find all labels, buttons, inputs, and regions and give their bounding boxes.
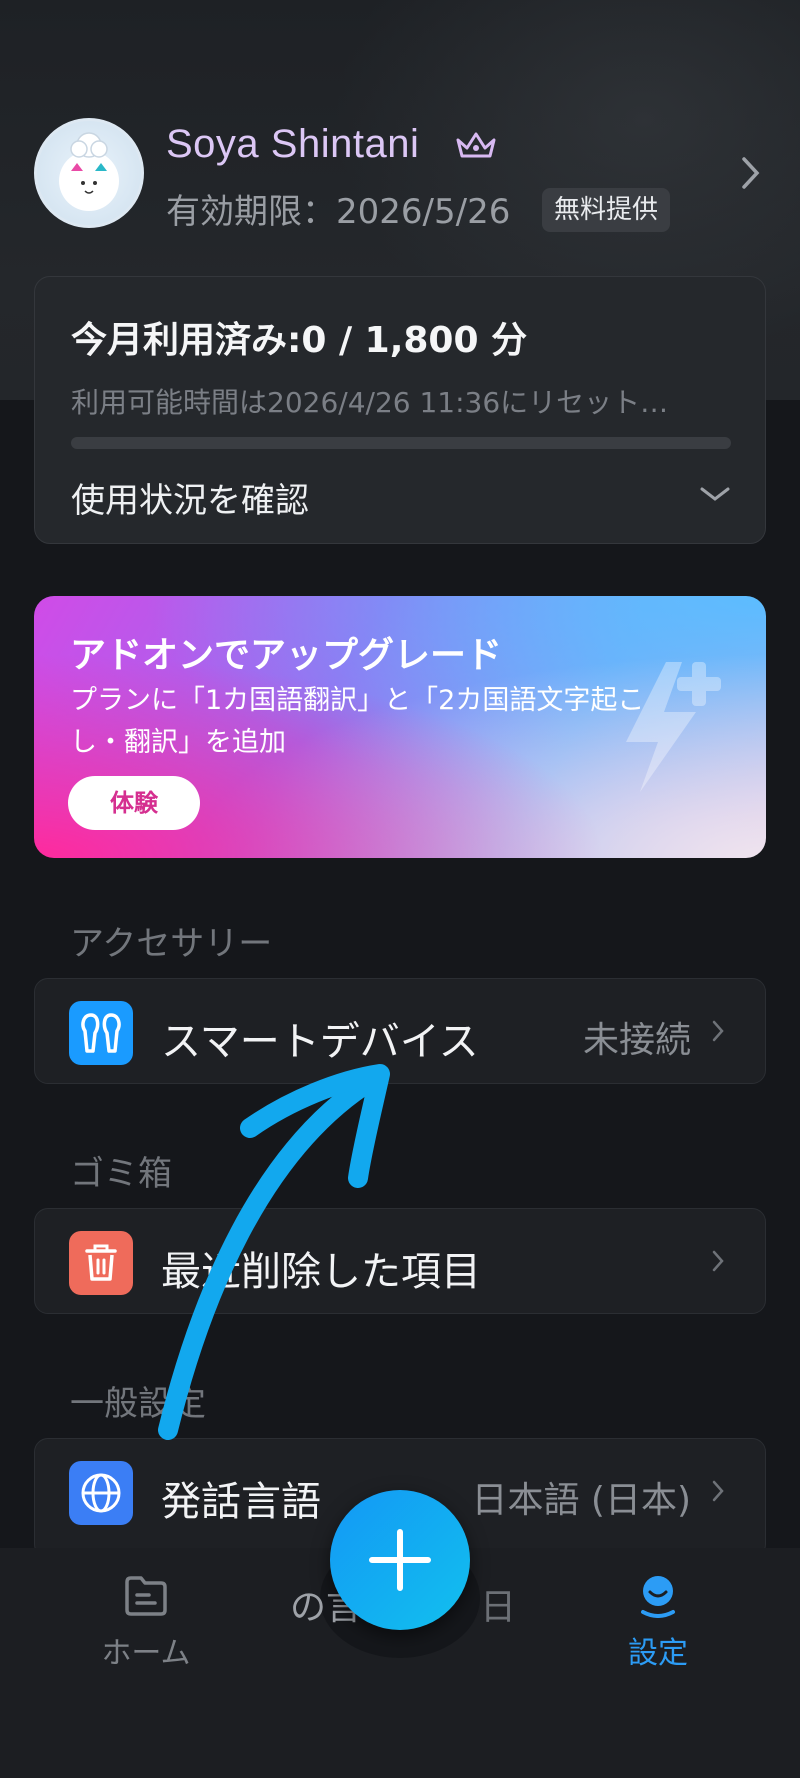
try-button[interactable]: 体験 [68, 776, 200, 830]
person-icon [641, 1576, 675, 1618]
smart-device-label: スマートデバイス [161, 1019, 479, 1065]
usage-card: 今月利用済み:0 / 1,800 分 利用可能時間は2026/4/26 11:3… [34, 276, 766, 544]
chevron-right-icon [711, 1249, 725, 1277]
check-usage-button[interactable]: 使用状況を確認 [71, 473, 309, 522]
nav-home-label: ホーム [101, 1636, 191, 1671]
promo-description: プランに「1カ国語翻訳」と「2カ国語文字起こし・翻訳」を追加 [70, 685, 645, 758]
chevron-down-icon[interactable] [699, 485, 731, 507]
chevron-right-icon [711, 1479, 725, 1507]
recently-deleted-row[interactable]: 最近削除した項目 [34, 1208, 766, 1314]
profile-header[interactable]: Soya Shintani 有効期限：2026/5/26 無料提供 [34, 118, 774, 234]
free-badge: 無料提供 [542, 188, 671, 232]
usage-progress-bar [71, 437, 731, 449]
add-recording-button[interactable] [330, 1490, 470, 1630]
speech-language-label: 発話言語 [161, 1479, 321, 1525]
nav-home[interactable]: ホーム [96, 1574, 196, 1672]
chevron-right-icon [711, 1019, 725, 1047]
avatar[interactable] [34, 118, 144, 228]
recently-deleted-label: 最近削除した項目 [161, 1249, 481, 1295]
folder-icon [125, 1576, 167, 1616]
chevron-right-icon[interactable] [740, 156, 762, 194]
addon-promo-banner[interactable]: アドオンでアップグレード プランに「1カ国語翻訳」と「2カ国語文字起こし・翻訳」… [34, 596, 766, 858]
usage-title: 今月利用済み:0 / 1,800 分 [71, 320, 528, 361]
smart-device-status: 未接続 [582, 1020, 691, 1061]
earbuds-icon [69, 1001, 133, 1065]
speech-language-value: 日本語 (日本) [471, 1480, 691, 1521]
crown-icon [454, 130, 498, 166]
globe-icon [69, 1461, 133, 1525]
smart-device-row[interactable]: スマートデバイス 未接続 [34, 978, 766, 1084]
usage-reset-note: 利用可能時間は2026/4/26 11:36にリセット… [71, 386, 669, 419]
nav-settings-label: 設定 [628, 1636, 688, 1671]
promo-title: アドオンでアップグレード [70, 635, 503, 676]
user-name: Soya Shintani [166, 122, 420, 166]
section-title-accessory: アクセサリー [70, 924, 273, 964]
obscured-text-2: 日 [480, 1587, 517, 1628]
section-title-general: 一般設定 [70, 1384, 206, 1424]
trash-icon [69, 1231, 133, 1295]
section-title-trash: ゴミ箱 [70, 1154, 172, 1194]
nav-settings[interactable]: 設定 [608, 1574, 708, 1672]
expiry-date: 有効期限：2026/5/26 [166, 192, 511, 232]
plus-icon [369, 1529, 431, 1591]
